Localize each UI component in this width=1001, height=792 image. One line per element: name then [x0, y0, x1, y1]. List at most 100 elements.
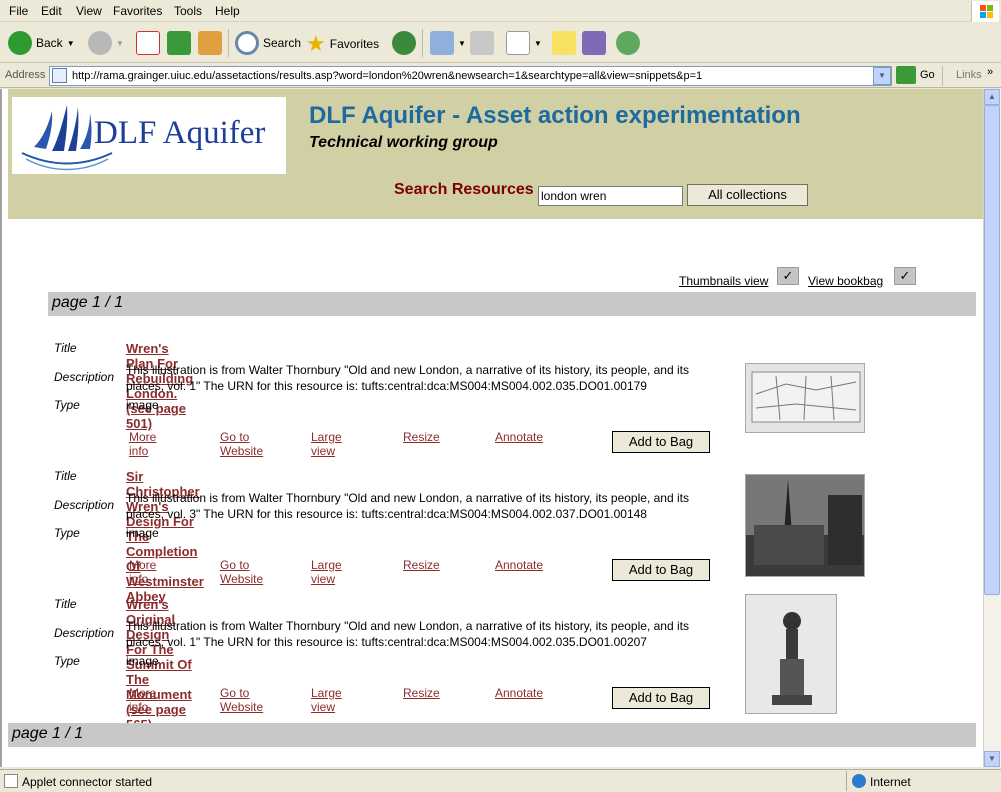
- thumbnails-view-link[interactable]: Thumbnails view: [679, 274, 768, 288]
- search-button[interactable]: Search: [235, 31, 301, 55]
- stop-button[interactable]: [136, 31, 160, 55]
- address-input[interactable]: http://rama.grainger.uiuc.edu/assetactio…: [49, 66, 892, 86]
- more-info-link[interactable]: More info: [129, 686, 156, 714]
- page-status-icon: [4, 774, 18, 788]
- favorites-button[interactable]: ★ Favorites: [306, 31, 379, 57]
- page-title: DLF Aquifer - Asset action experimentati…: [309, 102, 801, 129]
- word-icon: [506, 31, 530, 55]
- go-to-website-link[interactable]: Go to Website: [220, 558, 263, 586]
- result-type: image: [126, 654, 159, 668]
- result-type: image: [126, 526, 159, 540]
- mail-icon: [430, 31, 454, 55]
- page-icon: [52, 68, 67, 83]
- search-label: Search: [263, 36, 302, 50]
- add-to-bag-button[interactable]: Add to Bag: [612, 431, 710, 453]
- pager-bottom: page 1 / 1: [8, 723, 976, 747]
- edit-button[interactable]: ▼: [506, 31, 542, 55]
- pager-top: page 1 / 1: [48, 292, 976, 316]
- mail-button[interactable]: ▼: [430, 31, 466, 55]
- search-resources-label: Search Resources: [394, 181, 534, 198]
- more-info-link[interactable]: More info: [129, 558, 156, 586]
- toolbar: Back ▼ ▼ Search ★ Favorites ▼ ▼: [0, 23, 1001, 63]
- annotate-link[interactable]: Annotate: [495, 686, 543, 700]
- menu-file[interactable]: File: [9, 4, 28, 18]
- more-info-link[interactable]: More info: [129, 430, 156, 458]
- menu-bar: File Edit View Favorites Tools Help: [0, 0, 1001, 22]
- menu-help[interactable]: Help: [215, 4, 240, 18]
- stop-icon: [136, 31, 160, 55]
- back-button[interactable]: Back ▼: [8, 31, 75, 55]
- menu-tools[interactable]: Tools: [174, 4, 202, 18]
- discuss-button[interactable]: [552, 31, 576, 55]
- print-button[interactable]: [470, 31, 494, 55]
- chevron-down-icon: ▼: [66, 38, 75, 48]
- messenger-icon: [616, 31, 640, 55]
- divider: [942, 66, 943, 86]
- scroll-up-arrow[interactable]: ▲: [984, 89, 1000, 105]
- result-description: This illustration is from Walter Thornbu…: [126, 619, 689, 649]
- resize-link[interactable]: Resize: [403, 558, 440, 572]
- scrollbar-thumb[interactable]: [984, 105, 1000, 595]
- search-input[interactable]: london wren: [538, 186, 683, 206]
- resize-link[interactable]: Resize: [403, 430, 440, 444]
- type-label: Type: [54, 654, 80, 668]
- address-label: Address: [5, 69, 46, 81]
- history-button[interactable]: [392, 31, 416, 55]
- menu-edit[interactable]: Edit: [41, 4, 62, 18]
- checkmark-icon[interactable]: ✓: [894, 267, 916, 285]
- result-thumbnail[interactable]: [745, 474, 865, 577]
- add-to-bag-button[interactable]: Add to Bag: [612, 559, 710, 581]
- menu-view[interactable]: View: [76, 4, 102, 18]
- view-bookbag-link[interactable]: View bookbag: [808, 274, 883, 288]
- annotate-link[interactable]: Annotate: [495, 430, 543, 444]
- status-bar: Applet connector started Internet: [0, 769, 1001, 792]
- back-label: Back: [36, 36, 63, 50]
- result-description: This illustration is from Walter Thornbu…: [126, 363, 689, 393]
- go-to-website-link[interactable]: Go to Website: [220, 430, 263, 458]
- go-arrow-icon[interactable]: [896, 66, 916, 84]
- divider: [846, 771, 847, 791]
- scroll-down-arrow[interactable]: ▼: [984, 751, 1000, 767]
- links-label[interactable]: Links: [956, 69, 982, 81]
- messenger-button[interactable]: [616, 31, 640, 55]
- zone-label: Internet: [870, 775, 911, 789]
- go-button[interactable]: Go: [920, 69, 935, 81]
- checkmark-icon[interactable]: ✓: [777, 267, 799, 285]
- logo-text: DLF Aquifer: [94, 115, 266, 151]
- resize-link[interactable]: Resize: [403, 686, 440, 700]
- add-to-bag-button[interactable]: Add to Bag: [612, 687, 710, 709]
- result-thumbnail[interactable]: [745, 594, 837, 714]
- forward-button[interactable]: ▼: [88, 31, 124, 55]
- chevron-down-icon: ▼: [116, 38, 124, 48]
- refresh-icon: [167, 31, 191, 55]
- large-view-link[interactable]: Large view: [311, 686, 342, 714]
- title-label: Title: [54, 341, 77, 355]
- type-label: Type: [54, 526, 80, 540]
- result-description: This illustration is from Walter Thornbu…: [126, 491, 689, 521]
- description-label: Description: [54, 370, 115, 384]
- all-collections-button[interactable]: All collections: [687, 184, 808, 206]
- result-type: image: [126, 398, 159, 412]
- menu-favorites[interactable]: Favorites: [113, 4, 162, 18]
- go-to-website-link[interactable]: Go to Website: [220, 686, 263, 714]
- globe-icon: [852, 774, 866, 788]
- chevron-right-icon[interactable]: »: [987, 66, 993, 78]
- research-button[interactable]: [582, 31, 606, 55]
- research-icon: [582, 31, 606, 55]
- chevron-down-icon: ▼: [534, 38, 542, 48]
- refresh-button[interactable]: [167, 31, 191, 55]
- status-text: Applet connector started: [22, 775, 153, 789]
- result-thumbnail[interactable]: [745, 363, 865, 433]
- favorites-label: Favorites: [329, 37, 380, 51]
- home-button[interactable]: [198, 31, 222, 55]
- description-label: Description: [54, 498, 115, 512]
- annotate-link[interactable]: Annotate: [495, 558, 543, 572]
- title-label: Title: [54, 469, 77, 483]
- address-dropdown-button[interactable]: ▼: [873, 67, 891, 85]
- windows-logo-icon: [971, 1, 999, 22]
- chevron-down-icon: ▼: [458, 38, 466, 48]
- search-icon: [235, 31, 259, 55]
- large-view-link[interactable]: Large view: [311, 558, 342, 586]
- history-icon: [392, 31, 416, 55]
- large-view-link[interactable]: Large view: [311, 430, 342, 458]
